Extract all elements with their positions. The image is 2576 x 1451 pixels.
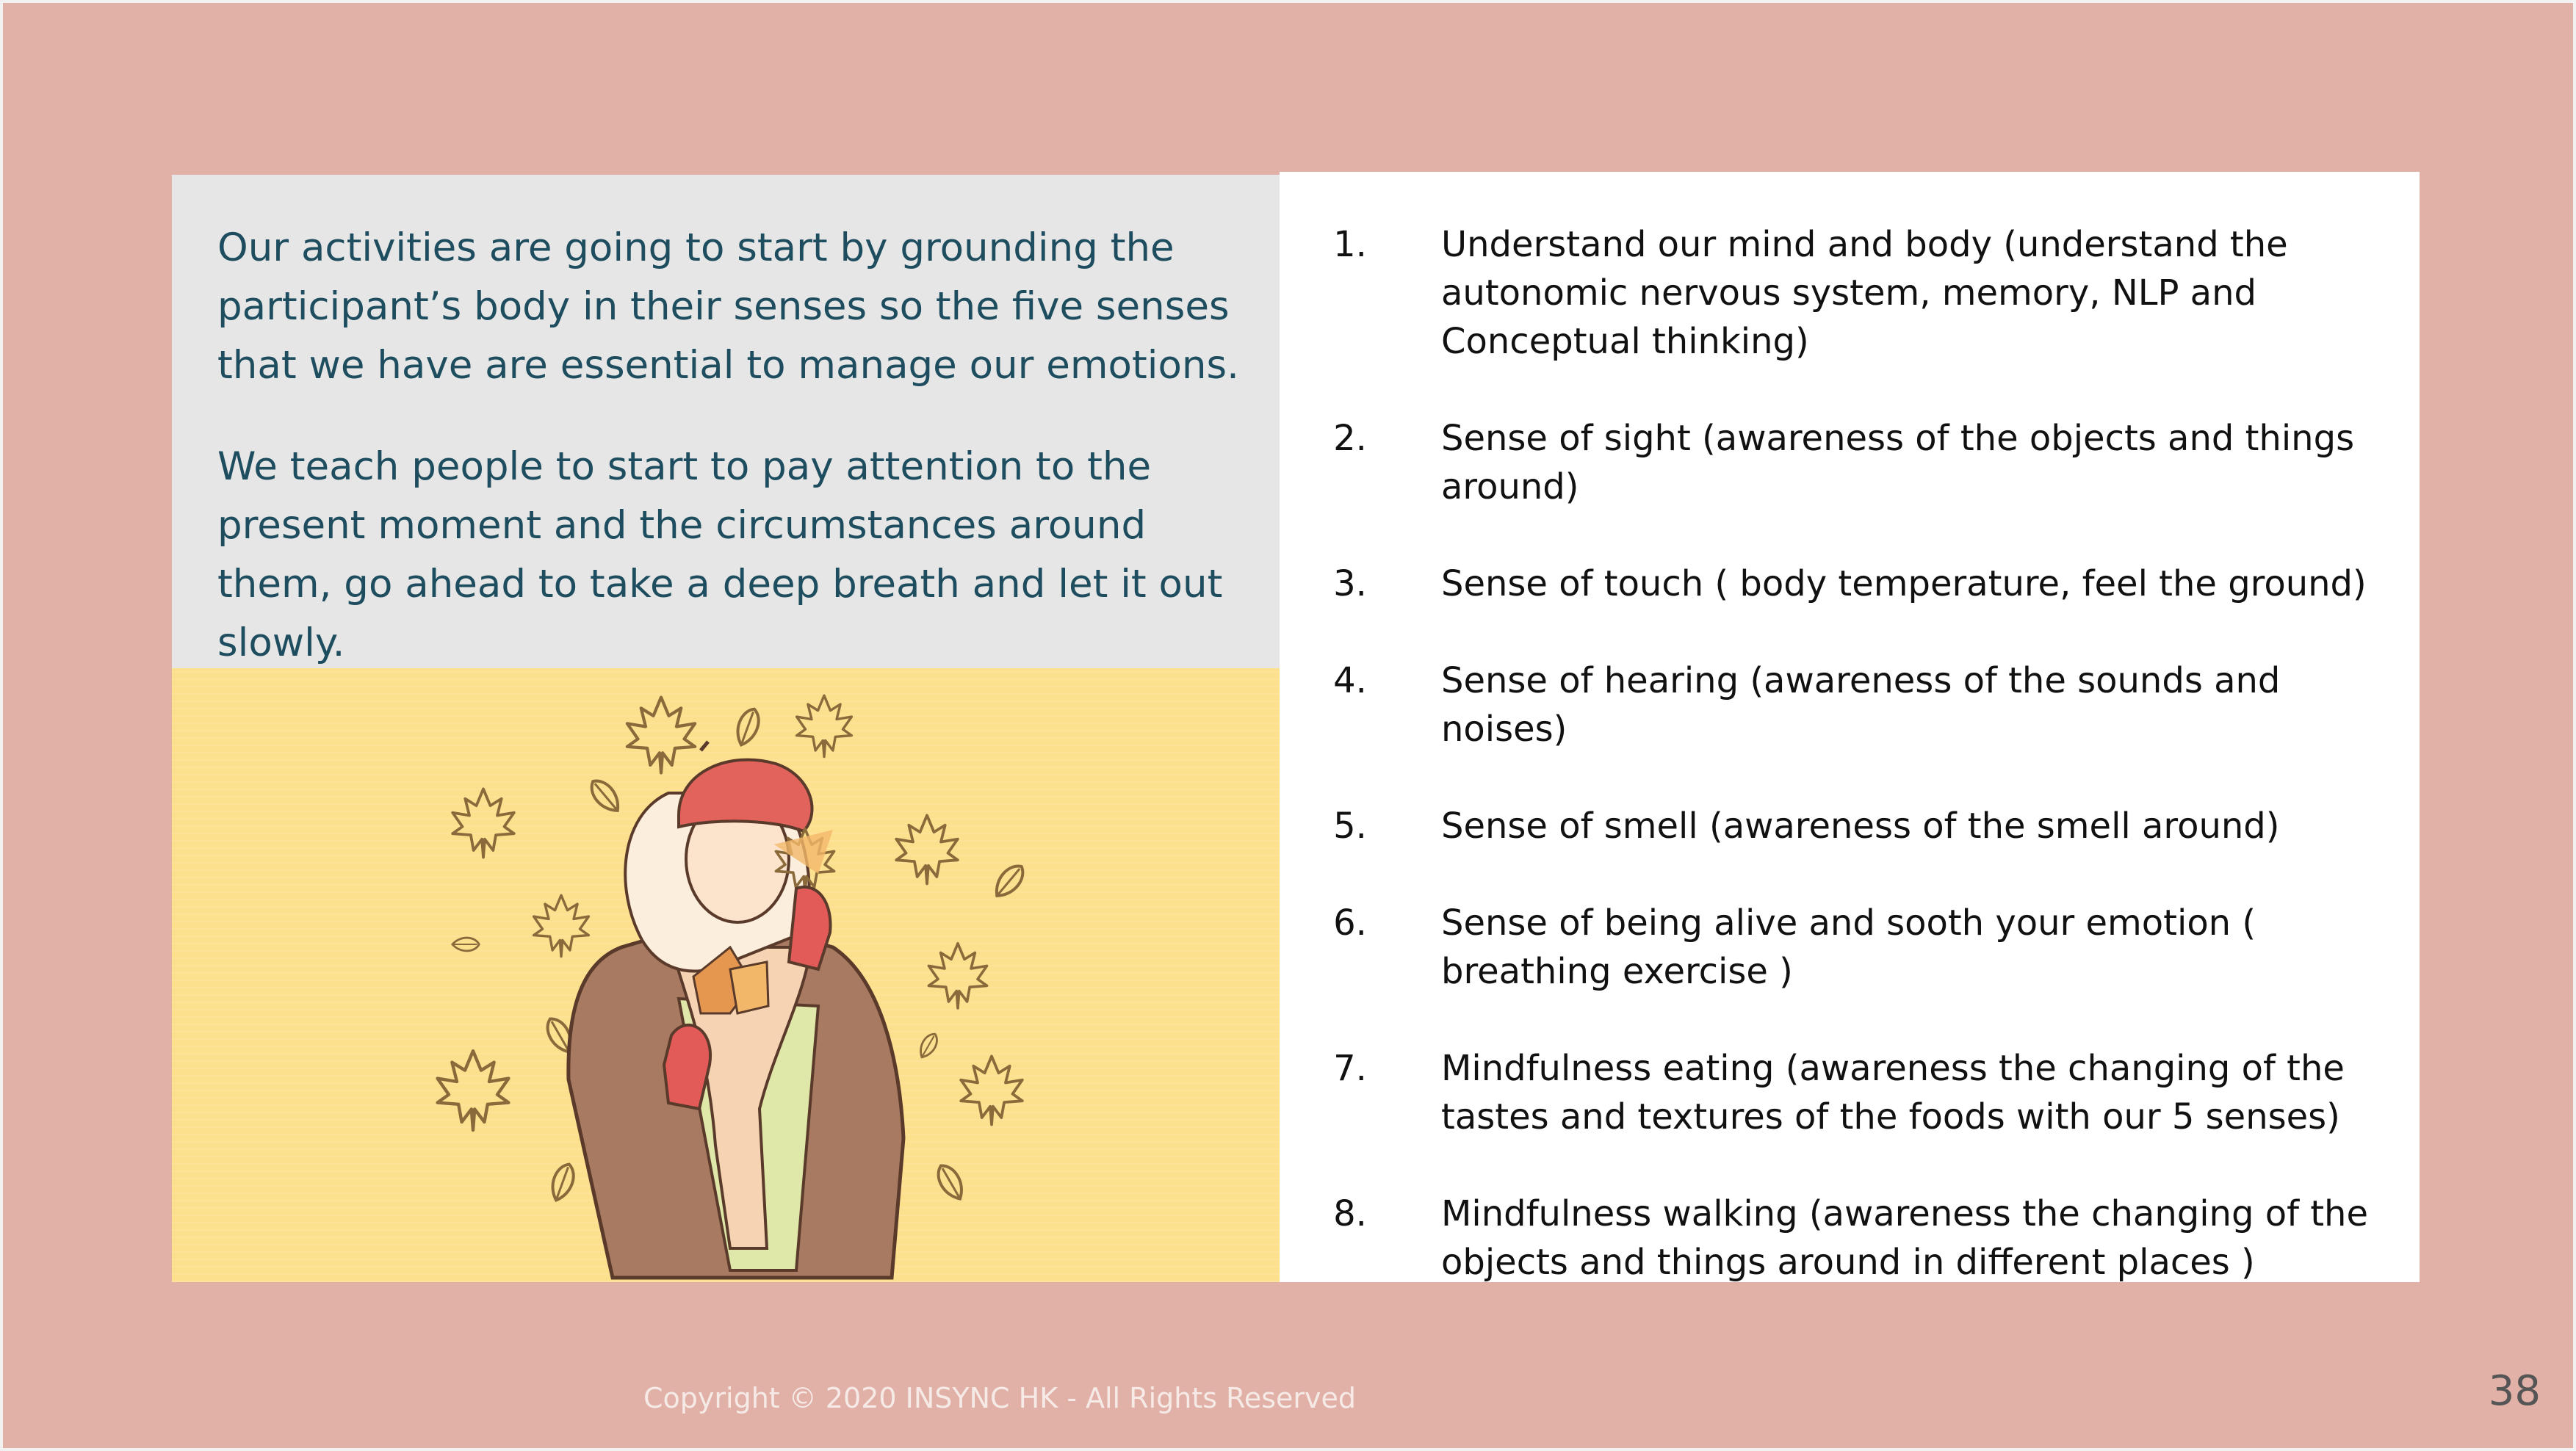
list-item-text: Mindfulness walking (awareness the chang… <box>1441 1193 2368 1283</box>
list-item: 4. Sense of hearing (awareness of the so… <box>1280 656 2420 753</box>
maple-leaf-icon <box>927 942 989 1010</box>
intro-text: Our activities are going to start by gro… <box>217 219 1246 715</box>
left-panel: Our activities are going to start by gro… <box>172 175 1280 1282</box>
list-panel: 1. Understand our mind and body (underst… <box>1280 172 2420 1283</box>
senses-list: 1. Understand our mind and body (underst… <box>1280 220 2420 1335</box>
leaf-icon <box>731 704 765 750</box>
page-number: 38 <box>2488 1367 2541 1415</box>
list-item: 2. Sense of sight (awareness of the obje… <box>1280 414 2420 511</box>
list-item: 8. Mindfulness walking (awareness the ch… <box>1280 1190 2420 1287</box>
list-item-text: Sense of hearing (awareness of the sound… <box>1441 660 2281 750</box>
list-item-text: Sense of smell (awareness of the smell a… <box>1441 806 2280 847</box>
leaf-icon <box>914 1030 942 1062</box>
intro-paragraph-1: Our activities are going to start by gro… <box>217 225 1239 388</box>
list-item-number: 6. <box>1333 902 1367 944</box>
list-item-number: 5. <box>1333 806 1367 847</box>
maple-leaf-icon <box>959 1054 1024 1126</box>
leaf-icon <box>988 858 1031 904</box>
maple-leaf-icon <box>795 694 854 759</box>
list-item-number: 3. <box>1333 563 1367 604</box>
leaf-icon <box>931 1159 970 1205</box>
list-item: 3. Sense of touch ( body temperature, fe… <box>1280 560 2420 608</box>
list-item-number: 4. <box>1333 660 1367 701</box>
leaf-icon <box>584 773 627 819</box>
maple-leaf-icon <box>532 894 591 958</box>
list-item-number: 8. <box>1333 1193 1367 1234</box>
list-item: 6. Sense of being alive and sooth your e… <box>1280 899 2420 996</box>
list-item: 7. Mindfulness eating (awareness the cha… <box>1280 1044 2420 1141</box>
maple-leaf-icon <box>438 1051 509 1130</box>
woman-figure <box>566 740 906 1280</box>
list-item-text: Understand our mind and body (understand… <box>1441 224 2288 362</box>
list-item-text: Sense of touch ( body temperature, feel … <box>1441 563 2367 604</box>
list-item-number: 1. <box>1333 224 1367 265</box>
intro-box: Our activities are going to start by gro… <box>172 175 1280 668</box>
list-item-text: Sense of sight (awareness of the objects… <box>1441 418 2355 507</box>
copyright-footer: Copyright © 2020 INSYNC HK - All Rights … <box>643 1382 1356 1414</box>
list-item-number: 2. <box>1333 418 1367 459</box>
leaf-icon <box>451 936 480 952</box>
list-item: 5. Sense of smell (awareness of the smel… <box>1280 802 2420 850</box>
list-item-number: 7. <box>1333 1048 1367 1089</box>
maple-leaf-icon <box>451 787 516 859</box>
maple-leaf-icon <box>895 814 959 886</box>
woman-with-autumn-leaves-illustration <box>172 668 1280 1282</box>
list-item-text: Sense of being alive and sooth your emot… <box>1441 902 2256 992</box>
list-item: 1. Understand our mind and body (underst… <box>1280 220 2420 366</box>
leaf-icon <box>546 1159 580 1205</box>
list-item-text: Mindfulness eating (awareness the changi… <box>1441 1048 2345 1137</box>
intro-paragraph-2: We teach people to start to pay attentio… <box>217 444 1223 665</box>
maple-leaf-icon <box>627 698 695 773</box>
